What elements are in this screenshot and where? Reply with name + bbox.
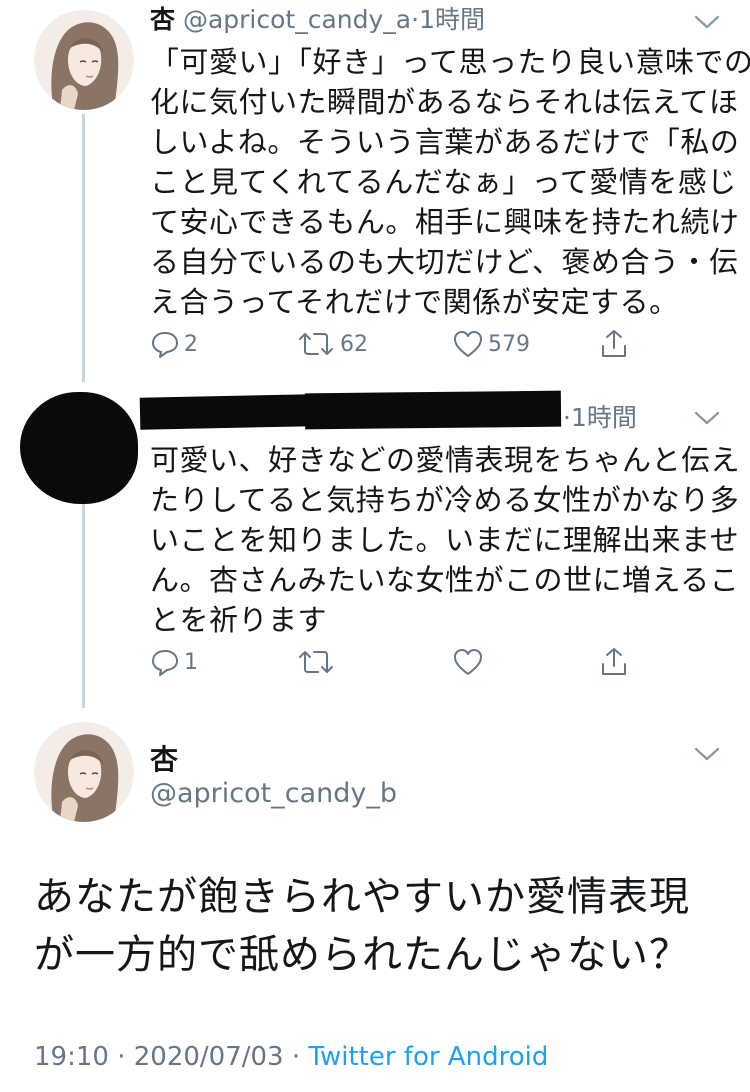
- text-line: る自分でいるのも大切だけど、褒め合う・伝: [150, 245, 739, 279]
- text-line: 化に気付いた瞬間があるならそれは伝えてほ: [150, 85, 739, 119]
- retweet-button[interactable]: [296, 642, 336, 682]
- text-line: あなたが飽きられやすいか愛情表現: [34, 874, 690, 920]
- avatar[interactable]: [34, 10, 134, 110]
- tweet-timestamp: 19:10: [34, 1042, 109, 1072]
- tweet-time[interactable]: 1時間: [419, 5, 485, 34]
- text-line: ん。杏さんみたいな女性がこの世に増えるこ: [150, 563, 740, 597]
- reply-icon: [152, 332, 178, 358]
- chevron-down-icon[interactable]: [694, 14, 720, 30]
- text-line: しいよね。そういう言葉があるだけで「私の: [150, 125, 740, 159]
- like-button[interactable]: [452, 642, 484, 682]
- tweet-text: あなたが飽きられやすいか愛情表現 が一方的で舐められたんじゃない？: [34, 868, 690, 984]
- chevron-down-icon[interactable]: [694, 746, 720, 762]
- redacted-avatar: [20, 392, 138, 504]
- tweet-actions: 2 62 579: [150, 324, 640, 364]
- separator-dot: ·: [117, 1042, 126, 1072]
- thread-line: [82, 114, 85, 382]
- like-icon: [454, 331, 482, 357]
- text-line: たりしてると気持ちが冷める女性がかなり多: [150, 483, 740, 517]
- text-line: え合うってそれだけで関係が安定する。: [150, 285, 679, 319]
- separator-dot: ·: [563, 403, 571, 432]
- author-name[interactable]: 杏: [150, 5, 175, 34]
- tweet-source-link[interactable]: Twitter for Android: [308, 1042, 548, 1072]
- reply-button[interactable]: 2: [150, 324, 198, 364]
- tweet-date: 2020/07/03: [133, 1042, 284, 1072]
- text-line: が一方的で舐められたんじゃない？: [34, 932, 690, 978]
- tweet-text: 「可愛い」「好き」って思ったり良い意味での変 化に気付いた瞬間があるならそれは伝…: [150, 42, 750, 322]
- share-button[interactable]: [598, 324, 630, 364]
- author-name[interactable]: 杏: [150, 738, 178, 778]
- text-line: こと見てくれてるんだなぁ」って愛情を感じ: [150, 165, 737, 199]
- separator-dot: ·: [291, 1042, 301, 1072]
- tweet-meta: 19:10 · 2020/07/03 · Twitter for Android: [34, 1040, 548, 1074]
- share-icon: [602, 648, 626, 675]
- author-handle[interactable]: @apricot_candy_b: [150, 778, 397, 809]
- text-line: いことを知りました。いまだに理解出来ませ: [150, 523, 740, 557]
- reply-count: 2: [184, 331, 198, 357]
- chevron-down-icon[interactable]: [694, 410, 720, 426]
- retweet-icon: [299, 651, 333, 673]
- tweet-header: 杏 @apricot_candy_a·1時間: [150, 4, 485, 36]
- retweet-count: 62: [340, 331, 368, 357]
- tweet-actions: 1: [150, 642, 640, 682]
- share-icon: [602, 330, 626, 357]
- like-button[interactable]: 579: [452, 324, 530, 364]
- reply-button[interactable]: 1: [150, 642, 198, 682]
- thread-line: [82, 504, 85, 708]
- text-line: 「可愛い」「好き」って思ったり良い意味での変: [150, 45, 750, 79]
- redacted-handle: [304, 390, 562, 430]
- tweet-time[interactable]: 1時間: [571, 403, 637, 432]
- retweet-icon: [299, 333, 333, 355]
- redacted-name: [139, 394, 313, 430]
- reply-icon: [152, 650, 178, 676]
- retweet-button[interactable]: 62: [296, 324, 368, 364]
- like-count: 579: [488, 331, 530, 357]
- tweet-header: ·1時間: [563, 402, 637, 434]
- like-icon: [454, 649, 482, 675]
- reply-count: 1: [184, 649, 198, 675]
- avatar[interactable]: [34, 722, 134, 822]
- text-line: て安心できるもん。相手に興味を持たれ続け: [150, 205, 740, 239]
- share-button[interactable]: [598, 642, 630, 682]
- text-line: とを祈ります: [150, 603, 328, 637]
- author-handle[interactable]: @apricot_candy_a: [183, 5, 411, 34]
- text-line: 可愛い、好きなどの愛情表現をちゃんと伝え: [150, 443, 741, 477]
- separator-dot: ·: [411, 5, 420, 34]
- tweet-text: 可愛い、好きなどの愛情表現をちゃんと伝え たりしてると気持ちが冷める女性がかなり…: [150, 440, 740, 640]
